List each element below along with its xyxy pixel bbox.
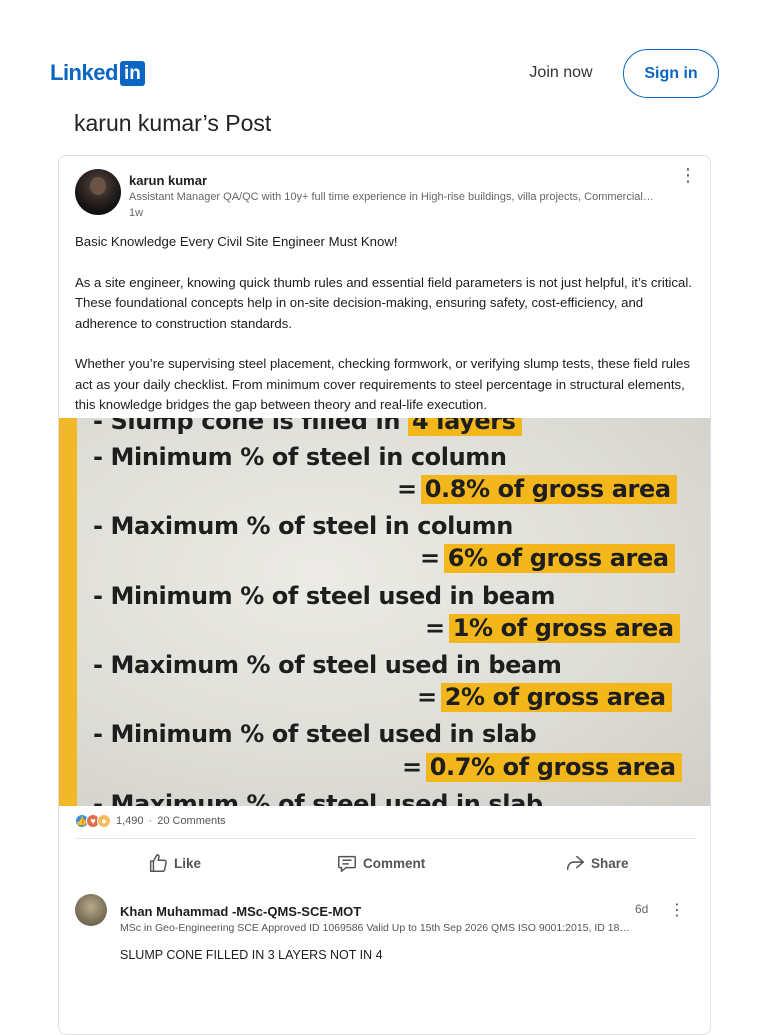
image-text-line: - Maximum % of steel used in slab	[93, 790, 543, 806]
commenter-name[interactable]: Khan Muhammad -MSc-QMS-SCE-MOT	[120, 904, 361, 919]
like-button[interactable]: Like	[147, 846, 201, 880]
image-text-line: - Minimum % of steel in column	[93, 443, 507, 471]
logo-wordmark: Linked	[50, 60, 118, 85]
image-highlight: 6% of gross area	[443, 544, 675, 573]
comment-icon	[338, 855, 356, 872]
image-value-line: = 1% of gross area	[425, 614, 680, 643]
image-text-line: - Maximum % of steel used in beam	[93, 651, 562, 679]
comment-time: 6d	[635, 902, 649, 916]
image-accent-bar	[59, 418, 77, 806]
image-text-line: - Minimum % of steel used in beam	[93, 582, 556, 610]
page-title: karun kumar’s Post	[74, 110, 272, 136]
image-highlight: 0.8% of gross area	[420, 475, 677, 504]
image-value-line: = 0.8% of gross area	[397, 475, 677, 504]
image-value-line: = 2% of gross area	[417, 683, 672, 712]
commenter-headline: MSc in Geo-Engineering SCE Approved ID 1…	[120, 922, 630, 934]
sign-in-button[interactable]: Sign in	[623, 49, 719, 98]
comment-more-options-icon[interactable]: ⋮	[669, 900, 685, 920]
post-paragraph: As a site engineer, knowing quick thumb …	[75, 274, 692, 331]
comment-count[interactable]: 20 Comments	[157, 815, 225, 827]
insightful-reaction-icon: ●	[97, 814, 111, 828]
share-arrow-icon	[566, 855, 585, 871]
image-highlight: 0.7% of gross area	[425, 753, 682, 782]
linkedin-logo[interactable]: Linked in	[50, 60, 145, 86]
post-paragraph: Whether you’re supervising steel placeme…	[75, 356, 690, 413]
more-options-icon[interactable]: ⋮	[679, 166, 697, 186]
share-label: Share	[591, 855, 629, 871]
commenter-avatar[interactable]	[75, 894, 107, 926]
image-text-line: - Minimum % of steel used in slab	[93, 720, 537, 748]
comment-button[interactable]: Comment	[336, 846, 425, 880]
thumbs-up-icon	[149, 854, 167, 872]
like-label: Like	[174, 855, 202, 871]
post-card: karun kumar Assistant Manager QA/QC with…	[58, 155, 711, 1035]
comment-label: Comment	[363, 855, 426, 871]
image-highlight: 2% of gross area	[440, 683, 672, 712]
author-avatar[interactable]	[75, 169, 121, 215]
reaction-separator: ·	[148, 815, 153, 827]
site-header: Linked in Join now Sign in	[0, 0, 768, 110]
comment-text: SLUMP CONE FILLED IN 3 LAYERS NOT IN 4	[120, 948, 383, 962]
image-highlight: 4 layers	[407, 418, 522, 436]
post-paragraph: Basic Knowledge Every Civil Site Enginee…	[75, 234, 398, 249]
author-headline: Assistant Manager QA/QC with 10y+ full t…	[129, 191, 654, 203]
post-image[interactable]: - Slump cone is filled in 4 layers - Min…	[59, 418, 710, 806]
author-name[interactable]: karun kumar	[129, 173, 207, 188]
post-time: 1w	[129, 207, 144, 219]
image-text-line: - Slump cone is filled in 4 layers	[93, 418, 522, 436]
image-value-line: = 0.7% of gross area	[402, 753, 682, 782]
reactions-bar[interactable]: 👍 ♥ ● 1,490 · 20 Comments	[75, 811, 226, 831]
image-highlight: 1% of gross area	[448, 614, 680, 643]
post-body: Basic Knowledge Every Civil Site Enginee…	[75, 232, 700, 416]
share-button[interactable]: Share	[564, 846, 629, 880]
image-value-line: = 6% of gross area	[420, 544, 675, 573]
image-text-line: - Maximum % of steel in column	[93, 512, 513, 540]
divider	[75, 838, 696, 839]
join-now-button[interactable]: Join now	[514, 58, 608, 88]
reaction-count[interactable]: 1,490	[116, 815, 144, 827]
logo-in-box: in	[119, 60, 145, 86]
